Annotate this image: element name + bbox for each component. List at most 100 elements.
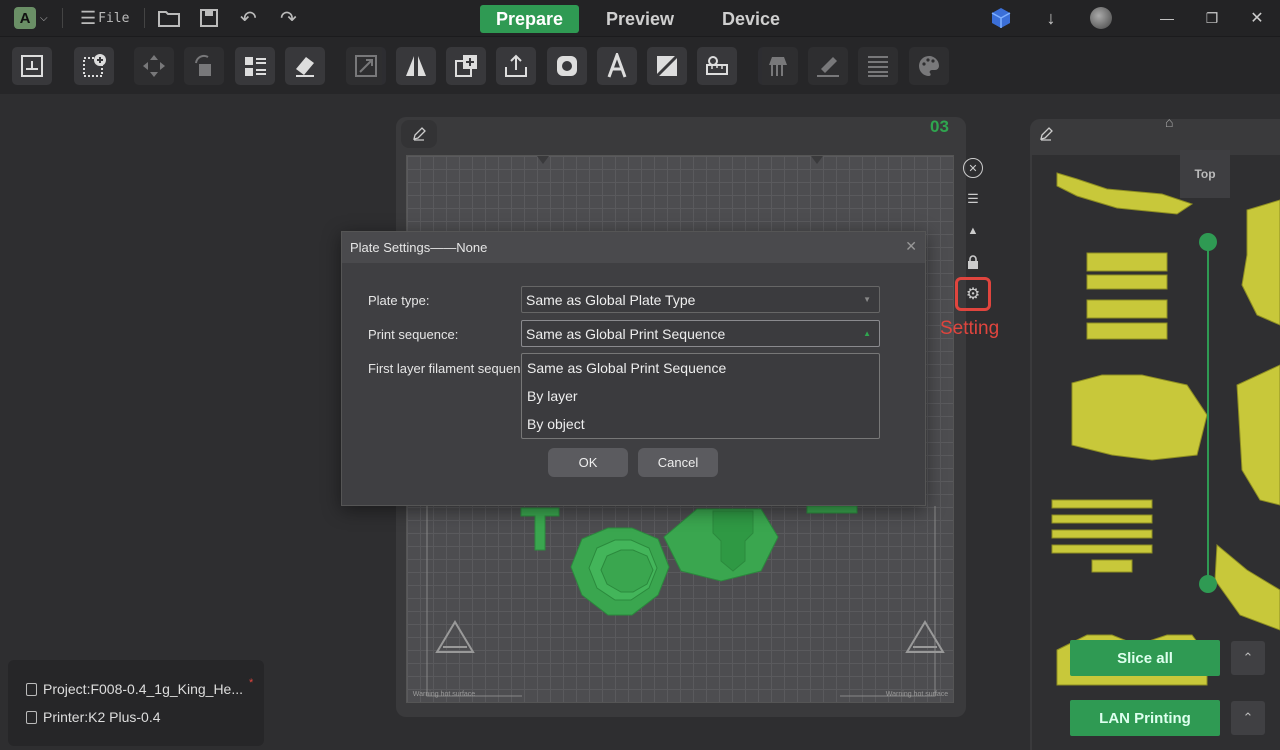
seam-tool[interactable]	[808, 47, 848, 85]
model-store-button[interactable]	[989, 6, 1013, 30]
tab-device[interactable]: Device	[706, 5, 796, 33]
close-circle-icon: ✕	[963, 158, 983, 178]
cut-tool[interactable]	[647, 47, 687, 85]
arrange-plate-button[interactable]: ☰	[962, 188, 984, 210]
hot-surface-warning-right: Warning hot surface	[885, 691, 949, 698]
print-options-button[interactable]: ⌃	[1231, 701, 1265, 735]
plate-edit-button[interactable]	[401, 120, 437, 148]
dialog-header: Plate Settings——None	[342, 232, 925, 263]
open-folder-button[interactable]	[158, 6, 180, 30]
scale-icon	[355, 55, 377, 77]
project-name: Project:F008-0.4_1g_King_He...	[43, 681, 244, 697]
plate-type-label: Plate type:	[368, 293, 430, 308]
app-menu-button[interactable]: A ⌵	[14, 6, 48, 30]
palette-icon	[919, 56, 939, 76]
slider-bottom-handle[interactable]	[1199, 575, 1217, 593]
layer-slider[interactable]	[1207, 242, 1209, 584]
file-icon	[26, 682, 37, 696]
print-sequence-label: Print sequence:	[368, 327, 459, 342]
lan-printing-button[interactable]: LAN Printing	[1070, 700, 1220, 736]
plate-type-select[interactable]: Same as Global Plate Type ▼	[521, 286, 880, 313]
next-plate-edit-button[interactable]	[1031, 120, 1061, 148]
chevron-up-icon: ⌃	[1242, 710, 1254, 725]
eraser-icon	[296, 57, 314, 77]
add-grid-tool[interactable]	[74, 47, 114, 85]
option-same-as-global[interactable]: Same as Global Print Sequence	[522, 354, 879, 382]
brush-icon	[817, 57, 839, 77]
layers-tool[interactable]	[858, 47, 898, 85]
text-tool[interactable]	[597, 47, 637, 85]
add-box-icon	[455, 55, 477, 77]
home-icon[interactable]: ⌂	[1165, 114, 1173, 130]
list-icon	[245, 57, 266, 76]
close-icon: ✕	[1250, 10, 1264, 27]
title-bar: A ⌵ ☰ File ↶ ↷ Prepare Preview Device ↓ …	[0, 0, 1280, 36]
measure-tool[interactable]	[697, 47, 737, 85]
arrange-tool[interactable]	[235, 47, 275, 85]
slice-all-button[interactable]: Slice all	[1070, 640, 1220, 676]
tab-preview[interactable]: Preview	[590, 5, 690, 33]
layers-icon	[868, 56, 888, 77]
restore-button[interactable]: ❐	[1200, 6, 1224, 30]
redo-button[interactable]: ↷	[280, 6, 297, 30]
print-sequence-dropdown: Same as Global Print Sequence By layer B…	[521, 353, 880, 439]
project-row: Project:F008-0.4_1g_King_He... *	[26, 677, 253, 697]
lock-plate-button[interactable]	[962, 251, 984, 273]
add-plate-tool[interactable]	[12, 47, 52, 85]
chevron-down-icon: ⌵	[40, 12, 48, 24]
model-part	[520, 507, 560, 551]
add-part-tool[interactable]	[446, 47, 486, 85]
paint-tool[interactable]	[909, 47, 949, 85]
tab-prepare[interactable]: Prepare	[480, 5, 580, 33]
print-sequence-select[interactable]: Same as Global Print Sequence ▲	[521, 320, 880, 347]
support-tool[interactable]	[758, 47, 798, 85]
mirror-tool[interactable]	[396, 47, 436, 85]
text-a-icon	[607, 53, 627, 78]
dropdown-up-arrow-icon: ▲	[863, 329, 871, 338]
minimize-button[interactable]: —	[1155, 6, 1179, 30]
plate-icon	[21, 55, 43, 77]
close-window-button[interactable]: ✕	[1245, 6, 1269, 30]
minimize-icon: —	[1160, 10, 1174, 26]
user-avatar[interactable]	[1089, 6, 1113, 30]
download-icon: ↓	[1046, 7, 1056, 28]
export-tool[interactable]	[496, 47, 536, 85]
undo-icon: ↶	[240, 7, 257, 30]
printer-icon	[26, 710, 37, 724]
rotate-icon	[195, 54, 211, 76]
pencil-icon	[413, 127, 426, 141]
scale-tool[interactable]	[346, 47, 386, 85]
app-logo-icon: A	[14, 7, 36, 29]
dialog-close-button[interactable]: ✕	[905, 238, 917, 255]
list-small-icon: ☰	[967, 191, 979, 206]
cancel-button[interactable]: Cancel	[638, 448, 718, 477]
auto-orient-plate-button[interactable]: ▲	[962, 220, 984, 242]
download-button[interactable]: ↓	[1039, 6, 1063, 30]
ok-button[interactable]: OK	[548, 448, 628, 477]
undo-button[interactable]: ↶	[240, 6, 257, 30]
move-icon	[143, 55, 165, 77]
warning-left	[435, 620, 475, 653]
auto-orient-tool[interactable]	[285, 47, 325, 85]
upload-icon	[505, 54, 527, 77]
file-menu-label: File	[98, 10, 130, 26]
plate-number: 03	[930, 117, 949, 136]
setting-highlight-box	[955, 277, 991, 311]
cube-logo-icon	[991, 8, 1011, 28]
move-tool[interactable]	[134, 47, 174, 85]
hamburger-icon: ☰	[80, 7, 97, 28]
option-by-object[interactable]: By object	[522, 410, 879, 438]
file-menu[interactable]: ☰ File	[80, 6, 129, 30]
view-top-button[interactable]: Top	[1180, 150, 1230, 198]
rotate-tool[interactable]	[184, 47, 224, 85]
first-layer-label: First layer filament sequenc	[368, 361, 520, 376]
slice-options-button[interactable]: ⌃	[1231, 641, 1265, 675]
slider-top-handle[interactable]	[1199, 233, 1217, 251]
shape-tool[interactable]	[547, 47, 587, 85]
cut-icon	[655, 54, 679, 78]
option-by-layer[interactable]: By layer	[522, 382, 879, 410]
save-button[interactable]	[200, 6, 218, 30]
support-icon	[769, 57, 787, 76]
warning-right	[905, 620, 945, 653]
close-plate-button[interactable]: ✕	[962, 157, 984, 179]
